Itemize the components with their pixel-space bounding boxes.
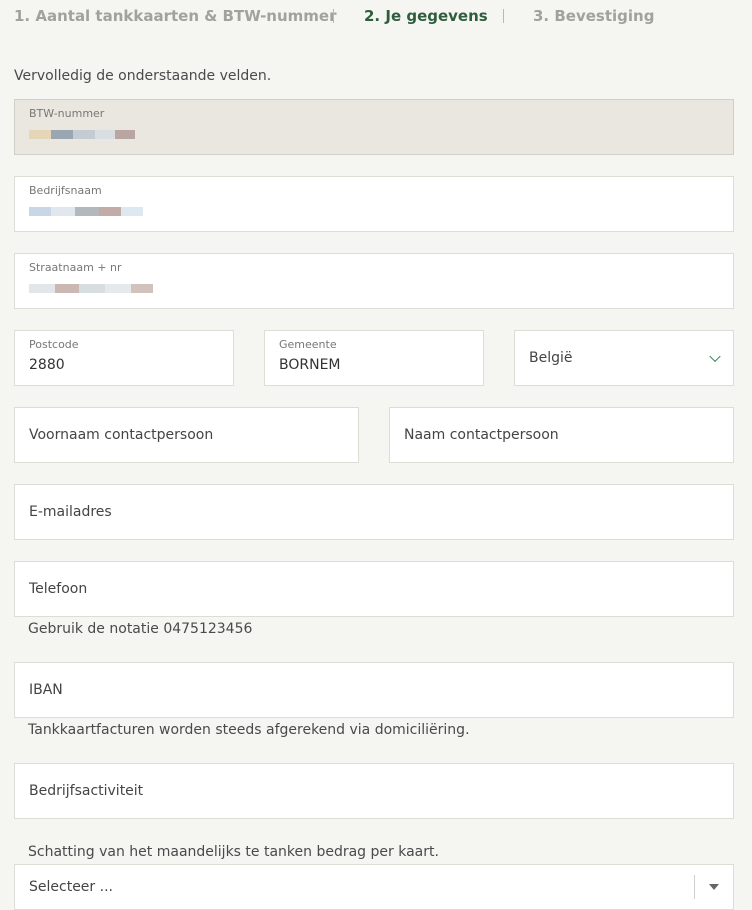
country-select[interactable]: België [514,330,734,386]
postcode-field[interactable]: Postcode 2880 [14,330,234,386]
phone-placeholder: Telefoon [29,581,88,597]
company-name-redacted [29,207,143,216]
first-name-placeholder: Voornaam contactpersoon [29,427,214,443]
email-input[interactable]: E-mailadres [14,484,734,540]
phone-hint: Gebruik de notatie 0475123456 [28,621,253,637]
company-name-field[interactable]: Bedrijfsnaam [14,176,734,232]
iban-hint: Tankkaartfacturen worden steeds afgereke… [28,722,470,738]
street-field[interactable]: Straatnaam + nr [14,253,734,309]
step-3: 3. Bevestiging [533,7,655,25]
chevron-down-icon [709,350,721,363]
company-name-label: Bedrijfsnaam [29,184,102,197]
vat-number-field: BTW-nummer [14,99,734,155]
street-redacted [29,284,153,293]
vat-number-label: BTW-nummer [29,107,105,120]
form-intro: Vervolledig de onderstaande velden. [14,68,272,84]
postcode-label: Postcode [29,338,79,351]
monthly-amount-select[interactable]: Selecteer ... [14,864,734,910]
step-2-active: 2. Je gegevens [364,7,488,25]
step-divider [333,9,334,23]
step-divider [503,9,504,23]
business-activity-input[interactable]: Bedrijfsactiviteit [14,763,734,819]
street-label: Straatnaam + nr [29,261,122,274]
vat-number-redacted [29,130,135,139]
first-name-input[interactable]: Voornaam contactpersoon [14,407,359,463]
last-name-placeholder: Naam contactpersoon [404,427,559,443]
select-divider [694,875,695,899]
monthly-amount-hint: Schatting van het maandelijks te tanken … [28,844,439,860]
iban-input[interactable]: IBAN [14,662,734,718]
municipality-field[interactable]: Gemeente BORNEM [264,330,484,386]
monthly-amount-placeholder: Selecteer ... [29,879,113,895]
country-value: België [529,350,573,366]
caret-down-icon [709,884,719,890]
email-placeholder: E-mailadres [29,504,112,520]
iban-placeholder: IBAN [29,682,63,698]
municipality-value: BORNEM [279,357,341,373]
phone-input[interactable]: Telefoon [14,561,734,617]
last-name-input[interactable]: Naam contactpersoon [389,407,734,463]
step-1[interactable]: 1. Aantal tankkaarten & BTW-nummer [14,7,337,25]
business-activity-placeholder: Bedrijfsactiviteit [29,783,144,799]
municipality-label: Gemeente [279,338,337,351]
postcode-value: 2880 [29,357,65,373]
